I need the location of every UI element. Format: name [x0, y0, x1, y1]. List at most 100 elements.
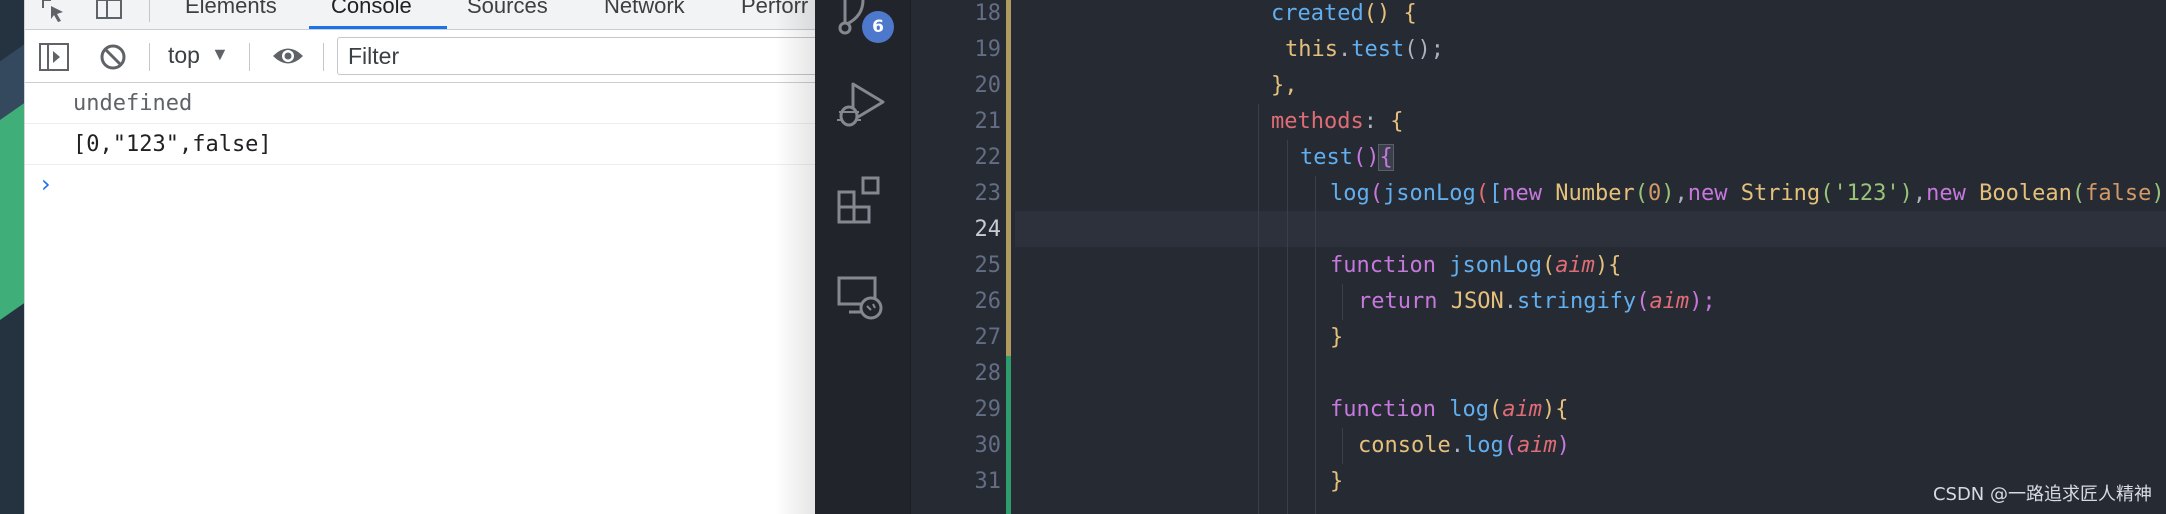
token: (): [1363, 1, 1391, 26]
token: .: [1503, 289, 1517, 314]
tab-elements[interactable]: Elements: [185, 0, 277, 29]
token: this: [1285, 37, 1338, 62]
indent-guide: [1342, 284, 1343, 320]
console-toolbar: top ▼: [25, 31, 815, 83]
token: }: [1330, 469, 1344, 494]
token: {: [1378, 144, 1394, 171]
token: '123': [1833, 181, 1900, 206]
token: (: [1636, 289, 1650, 314]
token: new: [1926, 181, 1966, 206]
token: jsonLog: [1383, 181, 1476, 206]
token: (: [1634, 181, 1648, 206]
remote-explorer-icon[interactable]: [837, 276, 887, 322]
code-line-19: this.test();: [1285, 32, 1444, 68]
device-toolbar-icon[interactable]: [95, 0, 123, 22]
token: log: [1330, 181, 1370, 206]
token: log: [1463, 433, 1504, 458]
token: (: [1820, 181, 1834, 206]
vscode-window: 6 18 19 20 21 22 23 24 25 26 27 28 29 30…: [815, 0, 2166, 514]
token: .: [1337, 37, 1352, 62]
run-and-debug-icon[interactable]: [837, 80, 887, 130]
line-number-current: 24: [974, 217, 1002, 242]
console-prompt-chevron-icon[interactable]: ›: [41, 170, 51, 198]
tab-separator: [149, 0, 150, 22]
line-number: 19: [974, 37, 1002, 62]
line-number: 30: [974, 433, 1002, 458]
token: {: [1390, 109, 1404, 134]
token: (: [1503, 433, 1517, 458]
execution-context-select[interactable]: top: [168, 42, 200, 69]
line-number: 21: [974, 109, 1002, 134]
token: );: [1689, 289, 1716, 314]
activity-bar: 6: [815, 0, 911, 514]
token: (): [1352, 145, 1380, 170]
token: Number: [1555, 181, 1635, 206]
code-line-18: created() {: [1271, 0, 1417, 32]
live-expression-eye-icon[interactable]: [271, 45, 305, 67]
line-number: 22: [974, 145, 1002, 170]
line-number: 26: [974, 289, 1002, 314]
devtools-body: Elements Console Sources Network Perforr…: [24, 0, 815, 514]
line-number: 23: [974, 181, 1002, 206]
indent-guide: [1287, 140, 1288, 514]
current-line-highlight: [1015, 211, 2166, 247]
token: test: [1300, 145, 1353, 170]
token: aim: [1516, 433, 1557, 458]
token: [: [1488, 181, 1503, 206]
tab-network[interactable]: Network: [604, 0, 685, 29]
line-number: 27: [974, 325, 1002, 350]
extensions-icon[interactable]: [837, 176, 887, 226]
line-number: 20: [974, 73, 1002, 98]
toolbar-separator: [149, 43, 150, 71]
token: ,: [1674, 181, 1688, 206]
code-line-26: return JSON.stringify(aim);: [1358, 284, 1716, 320]
code-line-29: function log(aim){: [1330, 392, 1568, 428]
token: (: [1488, 397, 1503, 422]
code-line-31: }: [1330, 464, 1343, 500]
inspect-element-icon[interactable]: [39, 0, 67, 22]
token: new: [1502, 181, 1542, 206]
code-editor[interactable]: created() { this.test(); }, methods: { t…: [1015, 0, 2166, 514]
token: ): [1556, 433, 1570, 458]
token: console: [1358, 433, 1451, 458]
token: aim: [1502, 397, 1542, 422]
tab-performance[interactable]: Perforr: [741, 0, 808, 29]
token: jsonLog: [1449, 253, 1542, 278]
show-sidebar-icon[interactable]: [39, 43, 69, 71]
token: new: [1687, 181, 1728, 206]
code-line-27: }: [1330, 320, 1343, 356]
token: ): [1661, 181, 1675, 206]
console-result-row: undefined: [25, 84, 815, 124]
console-filter-input[interactable]: [337, 37, 815, 75]
line-number-gutter: 18 19 20 21 22 23 24 25 26 27 28 29 30 3…: [911, 0, 1011, 514]
chevron-down-icon[interactable]: ▼: [211, 44, 229, 65]
token: created: [1271, 1, 1364, 26]
token: :: [1363, 109, 1391, 134]
indent-guide: [1342, 428, 1343, 464]
devtools-panel: Elements Console Sources Network Perforr…: [0, 0, 815, 514]
devtools-tab-bar: Elements Console Sources Network Perforr: [25, 0, 815, 30]
token: ): [2151, 181, 2165, 206]
tab-console[interactable]: Console: [331, 0, 412, 29]
token: stringify: [1516, 289, 1637, 314]
token: function: [1330, 397, 1436, 422]
tab-sources[interactable]: Sources: [467, 0, 548, 29]
token: ){: [1594, 253, 1622, 278]
indent-guide: [1315, 176, 1316, 514]
token: String: [1740, 181, 1821, 206]
token: (: [1475, 181, 1489, 206]
token: },: [1271, 73, 1298, 98]
token: JSON: [1450, 289, 1504, 314]
line-number: 29: [974, 397, 1002, 422]
token: aim: [1649, 289, 1690, 314]
clear-console-icon[interactable]: [99, 43, 127, 71]
token: function: [1330, 253, 1436, 278]
token: return: [1358, 289, 1438, 314]
git-added-marker: [1006, 356, 1011, 514]
token: (: [1541, 253, 1556, 278]
token: Boolean: [1979, 181, 2072, 206]
